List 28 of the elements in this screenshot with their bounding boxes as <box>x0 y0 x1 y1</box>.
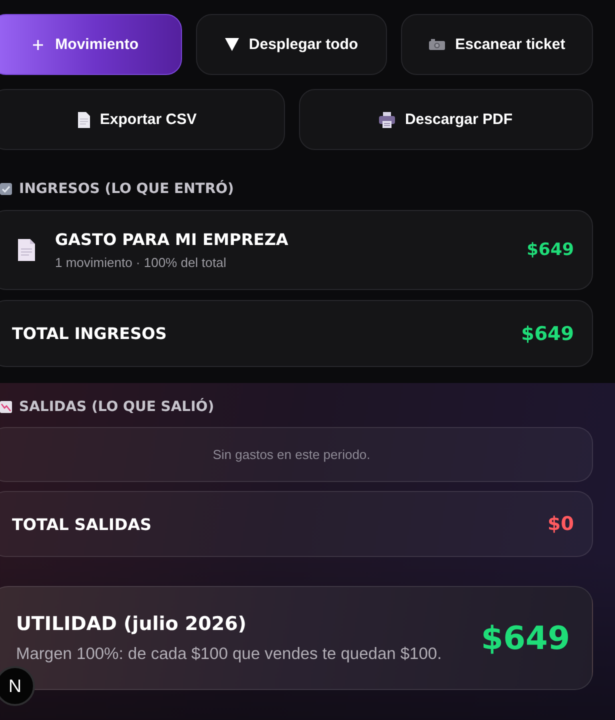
download-pdf-button[interactable]: Descargar PDF <box>298 89 593 150</box>
category-card[interactable]: GASTO PARA MI EMPREZA 1 movimiento · 100% del total $649 <box>0 210 593 290</box>
checkbox-icon <box>0 183 12 195</box>
total-label: TOTAL INGRESOS <box>12 324 167 343</box>
section-heading: SALIDAS (LO QUE SALIÓ) <box>19 399 214 415</box>
total-amount: $649 <box>521 322 574 344</box>
document-icon <box>78 112 90 128</box>
category-meta: 1 movimiento · 100% del total <box>55 255 226 270</box>
export-csv-button[interactable]: Exportar CSV <box>0 89 284 150</box>
profit-title: UTILIDAD (julio 2026) <box>16 612 246 634</box>
chart-decreasing-icon <box>0 401 12 413</box>
camera-icon <box>429 39 446 50</box>
category-title: GASTO PARA MI EMPREZA <box>55 230 288 249</box>
section-heading: INGRESOS (LO QUE ENTRÓ) <box>19 181 234 197</box>
document-icon <box>18 239 35 261</box>
triangle-down-icon <box>224 38 239 51</box>
margin-note: Margen 100%: de cada $100 que vendes te quedan $100. <box>16 644 442 664</box>
printer-icon <box>378 112 395 128</box>
plus-icon <box>33 40 44 50</box>
add-movement-button[interactable]: Movimiento <box>0 14 182 75</box>
profit-amount: $649 <box>480 619 570 657</box>
scan-ticket-button[interactable]: Escanear ticket <box>401 14 593 75</box>
total-amount: $0 <box>548 513 574 535</box>
dev-tools-badge[interactable]: N <box>0 666 35 706</box>
empty-state: Sin gastos en este periodo. <box>0 427 593 482</box>
total-label: TOTAL SALIDAS <box>12 514 152 534</box>
expand-all-button[interactable]: Desplegar todo <box>196 14 388 75</box>
category-amount: $649 <box>526 240 574 260</box>
